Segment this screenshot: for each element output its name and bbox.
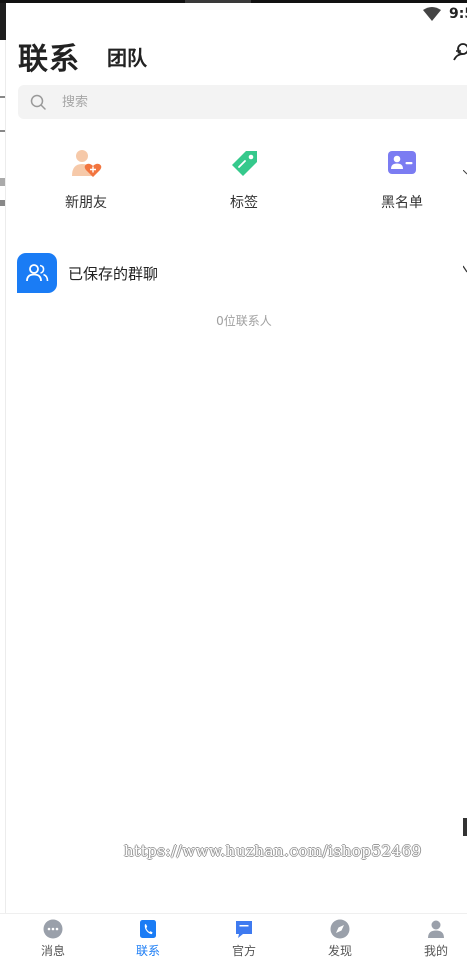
search-input[interactable] [62, 85, 442, 119]
nav-official-label: 官方 [231, 944, 256, 958]
nav-profile-label: 我的 [423, 944, 448, 958]
new-friend-icon [72, 150, 102, 177]
search-bar[interactable] [18, 85, 467, 119]
message-icon [43, 919, 63, 939]
nav-messages[interactable]: 消息 [6, 914, 100, 961]
clock: 9:5 [449, 6, 467, 22]
nav-contacts[interactable]: 联系 [101, 914, 195, 961]
new-friends-entry[interactable]: 新朋友 [36, 140, 136, 220]
blacklist-icon [388, 151, 416, 174]
tag-icon [232, 151, 257, 176]
saved-group-chats[interactable]: 已保存的群聊 [0, 250, 467, 296]
profile-icon [428, 920, 444, 938]
header: 联系 团队 [0, 32, 467, 78]
contact-count: 0位联系人 [216, 314, 272, 328]
quick-entries: 新朋友 标签 黑名单 [0, 140, 467, 220]
official-icon [236, 921, 252, 938]
nav-official[interactable]: 官方 [197, 914, 291, 961]
nav-profile[interactable]: 我的 [389, 914, 467, 961]
contacts-icon [140, 920, 156, 938]
tab-contacts[interactable]: 联系 [18, 34, 80, 78]
saved-group-chats-label: 已保存的群聊 [68, 265, 159, 283]
discover-icon [330, 919, 350, 939]
tab-team[interactable]: 团队 [107, 42, 147, 71]
nav-discover[interactable]: 发现 [293, 914, 387, 961]
search-icon [30, 94, 46, 110]
group-icon [26, 264, 49, 282]
wifi-icon [423, 7, 441, 21]
status-bar: 9:5 [0, 0, 467, 30]
blacklist-entry[interactable]: 黑名单 [352, 140, 452, 220]
tags-label: 标签 [230, 195, 258, 211]
blacklist-label: 黑名单 [381, 195, 423, 211]
add-contact-icon[interactable] [453, 40, 467, 62]
new-friends-label: 新朋友 [65, 195, 107, 211]
nav-messages-label: 消息 [40, 944, 65, 958]
nav-contacts-label: 联系 [135, 944, 160, 958]
status-bar-top-line [0, 0, 467, 3]
tags-entry[interactable]: 标签 [194, 140, 294, 220]
bottom-nav: 消息 联系 官方 发现 我的 [0, 913, 467, 961]
nav-discover-label: 发现 [327, 944, 352, 958]
chevron-right-icon [463, 265, 467, 273]
watermark: https://www.huzhan.com/ishop52469 [124, 842, 422, 860]
chevron-right-icon [463, 170, 467, 175]
group-avatar [17, 253, 57, 293]
edge-scroll-marker [463, 818, 467, 836]
